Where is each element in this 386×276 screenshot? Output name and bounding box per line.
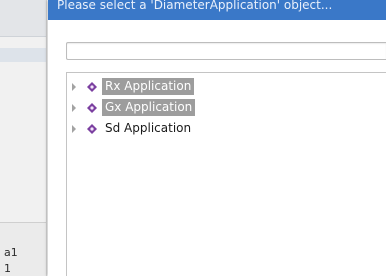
background-row-label: a1 [4, 246, 18, 259]
diamond-node-icon [87, 82, 97, 92]
dialog-title: Please select a 'DiameterApplication' ob… [57, 0, 333, 12]
tree-item-sd-application[interactable]: Sd Application [67, 119, 367, 139]
dialog-body: Rx Application Gx Application Sd Applica… [48, 20, 386, 276]
diamond-node-icon [87, 103, 97, 113]
select-object-dialog: Please select a 'DiameterApplication' ob… [48, 0, 386, 276]
filter-input[interactable] [66, 42, 386, 60]
diamond-node-icon [87, 124, 97, 134]
tree-item-label: Gx Application [102, 99, 196, 116]
background-app-panel: a1 1 [0, 0, 47, 276]
expand-arrow-icon[interactable] [72, 83, 76, 91]
tree-item-gx-application[interactable]: Gx Application [67, 98, 367, 118]
tree-item-rx-application[interactable]: Rx Application [67, 77, 367, 97]
expand-arrow-icon[interactable] [72, 125, 76, 133]
tree-item-label: Sd Application [105, 121, 192, 135]
background-row-label: 1 [4, 262, 11, 275]
background-divider [0, 36, 46, 37]
dialog-titlebar[interactable]: Please select a 'DiameterApplication' ob… [48, 0, 386, 20]
application-tree[interactable]: Rx Application Gx Application Sd Applica… [66, 72, 386, 276]
background-toolbar [0, 0, 46, 36]
screen: a1 1 Please select a 'DiameterApplicatio… [0, 0, 386, 276]
tree-item-label: Rx Application [102, 78, 195, 95]
expand-arrow-icon[interactable] [72, 104, 76, 112]
background-selected-row [0, 48, 46, 62]
